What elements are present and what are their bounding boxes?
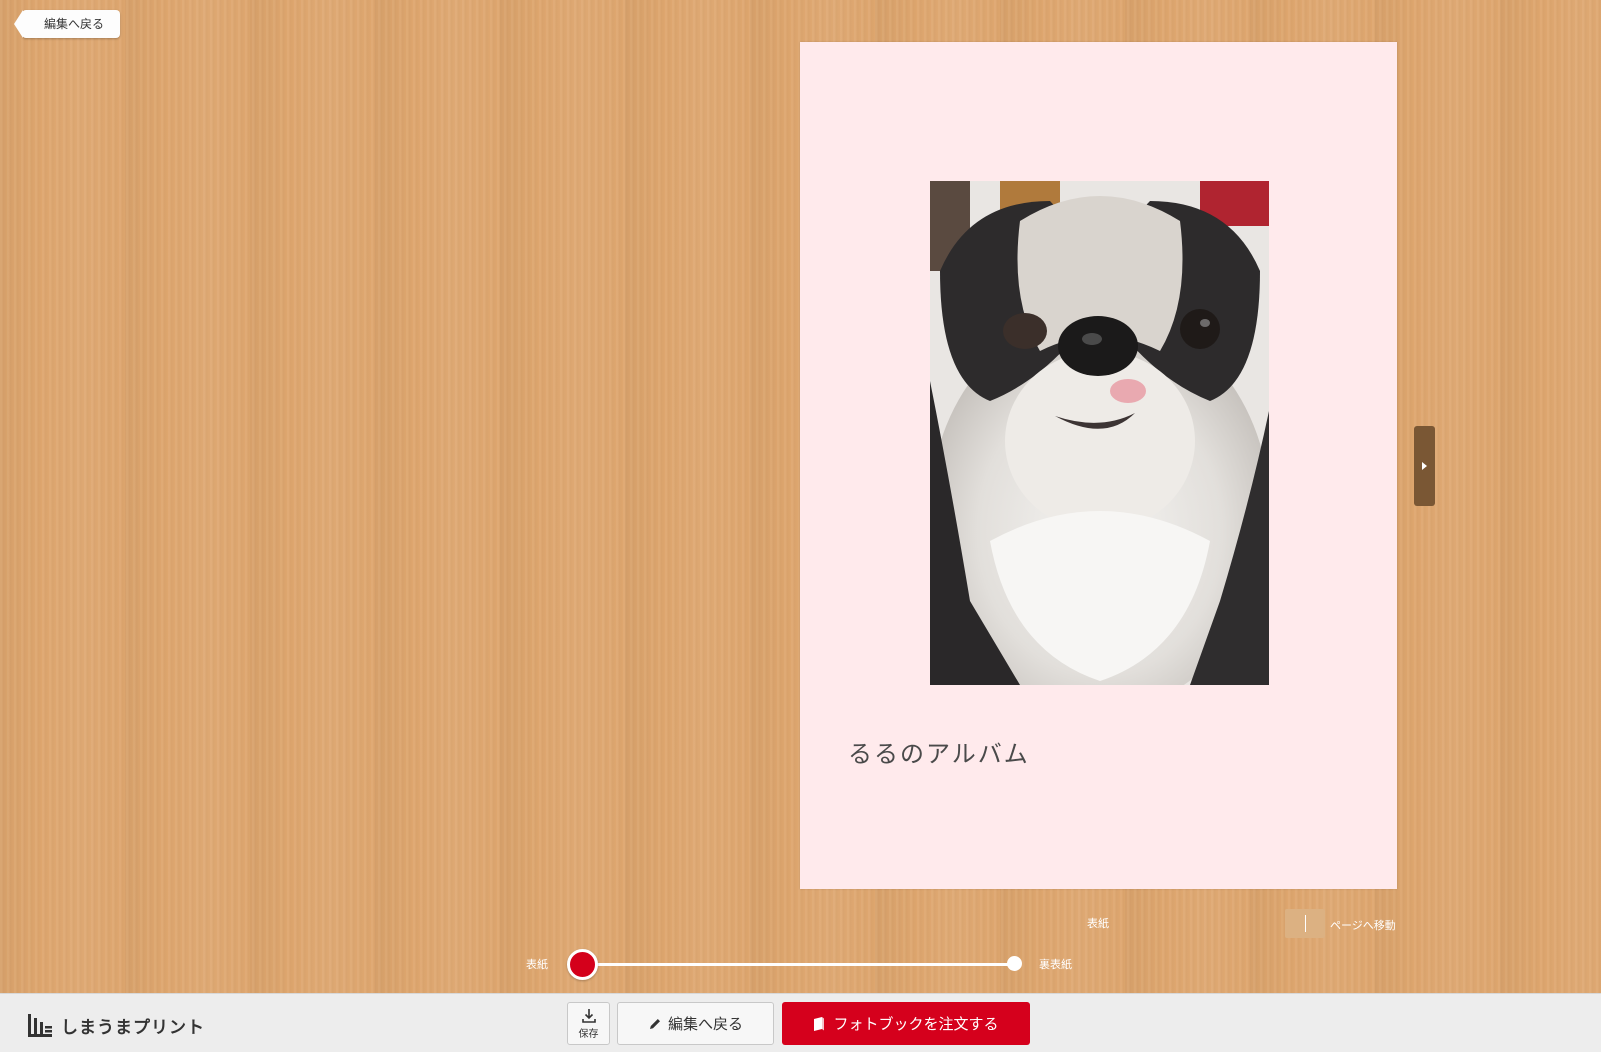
page-slider-track[interactable] [582,963,1015,966]
book-cover-page: るるのアルバム [800,42,1397,889]
brand-logo[interactable]: しまうまプリント [25,1010,205,1040]
back-to-edit-tab[interactable]: 編集へ戻る [14,10,120,38]
cover-photo[interactable] [930,181,1269,685]
order-photobook-button[interactable]: フォトブックを注文する [782,1002,1030,1045]
brand-name: しまうまプリント [61,1017,205,1038]
save-button[interactable]: 保存 [567,1002,610,1045]
save-download-icon [581,1008,596,1023]
save-label: 保存 [578,1028,599,1040]
next-page-button[interactable] [1414,426,1435,506]
book-icon [814,1016,825,1031]
slider-start-label: 表紙 [526,958,548,971]
bottom-toolbar: しまうまプリント 保存 編集へ戻る フォトブックを注文する [0,993,1601,1052]
current-page-indicator: 表紙 [1087,917,1109,930]
logo-icon [28,1014,52,1037]
text-caret [1304,915,1306,932]
album-title[interactable]: るるのアルバム [848,734,1030,769]
back-to-edit-button[interactable]: 編集へ戻る [617,1002,774,1045]
order-label: フォトブックを注文する [833,1015,999,1033]
next-page-icon [1422,462,1427,470]
edit-label: 編集へ戻る [667,1015,743,1033]
page-slider-handle[interactable] [567,949,598,980]
goto-page-button[interactable]: ページへ移動 [1330,917,1396,933]
back-to-edit-label: 編集へ戻る [44,17,105,31]
goto-page-input[interactable] [1285,909,1325,938]
dog-photo-image [930,181,1269,685]
slider-end-label: 裏表紙 [1039,958,1072,971]
pencil-icon [649,1018,660,1029]
page-slider-end-marker[interactable] [1007,956,1022,971]
